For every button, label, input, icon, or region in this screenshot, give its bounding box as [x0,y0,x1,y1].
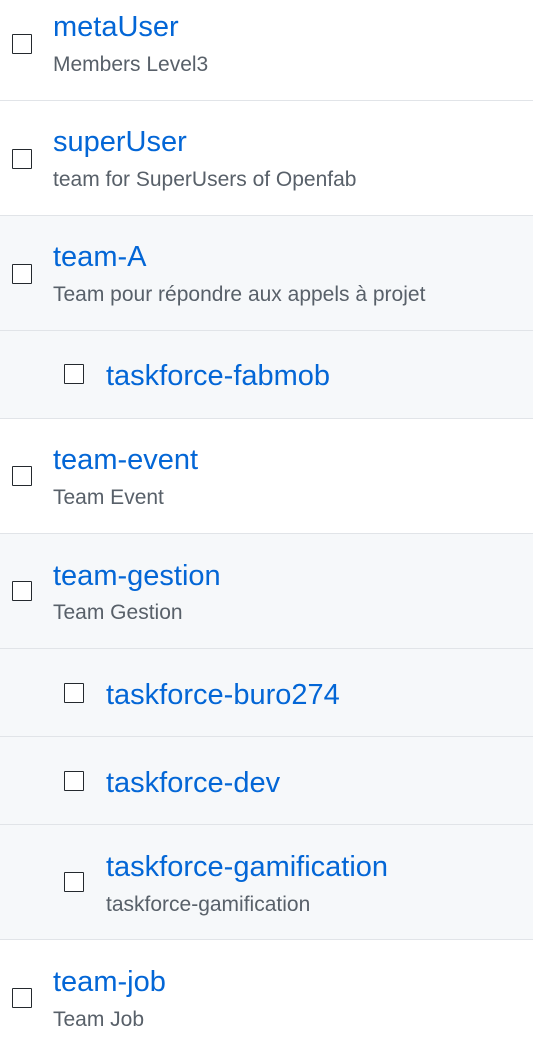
team-description: taskforce-gamification [106,893,311,916]
team-row-team-a: team-A Team pour répondre aux appels à p… [0,216,533,331]
team-row-taskforce-gamification: taskforce-gamification taskforce-gamific… [0,825,533,940]
team-checkbox[interactable] [64,364,84,384]
team-checkbox[interactable] [12,581,32,601]
team-description: Team Event [53,486,164,509]
team-row-team-event: team-event Team Event [0,419,533,534]
team-row-superuser: superUser team for SuperUsers of Openfab [0,101,533,216]
team-link[interactable]: superUser [53,125,187,159]
team-link[interactable]: team-job [53,965,166,999]
team-link[interactable]: taskforce-fabmob [106,359,330,393]
team-description: Team pour répondre aux appels à projet [53,283,426,306]
team-checkbox[interactable] [12,466,32,486]
team-row-taskforce-fabmob: taskforce-fabmob [0,331,533,419]
team-checkbox[interactable] [64,683,84,703]
team-checkbox[interactable] [12,988,32,1008]
team-checkbox[interactable] [64,771,84,791]
team-description: Team Gestion [53,601,183,624]
team-description: team for SuperUsers of Openfab [53,168,357,191]
team-link[interactable]: team-event [53,443,198,477]
team-description: Members Level3 [53,53,209,76]
team-row-team-gestion: team-gestion Team Gestion [0,534,533,649]
team-link[interactable]: taskforce-dev [106,766,280,800]
team-row-taskforce-buro274: taskforce-buro274 [0,649,533,737]
team-row-metauser: metaUser Members Level3 [0,0,533,101]
team-checkbox[interactable] [64,872,84,892]
team-link[interactable]: taskforce-gamification [106,850,388,884]
team-checkbox[interactable] [12,264,32,284]
team-row-taskforce-dev: taskforce-dev [0,737,533,825]
team-checkbox[interactable] [12,34,32,54]
team-checkbox[interactable] [12,149,32,169]
team-row-team-job: team-job Team Job [0,940,533,1040]
team-link[interactable]: team-gestion [53,559,221,593]
team-link[interactable]: team-A [53,240,146,274]
team-description: Team Job [53,1008,145,1031]
team-link[interactable]: taskforce-buro274 [106,678,340,712]
team-link[interactable]: metaUser [53,10,179,44]
